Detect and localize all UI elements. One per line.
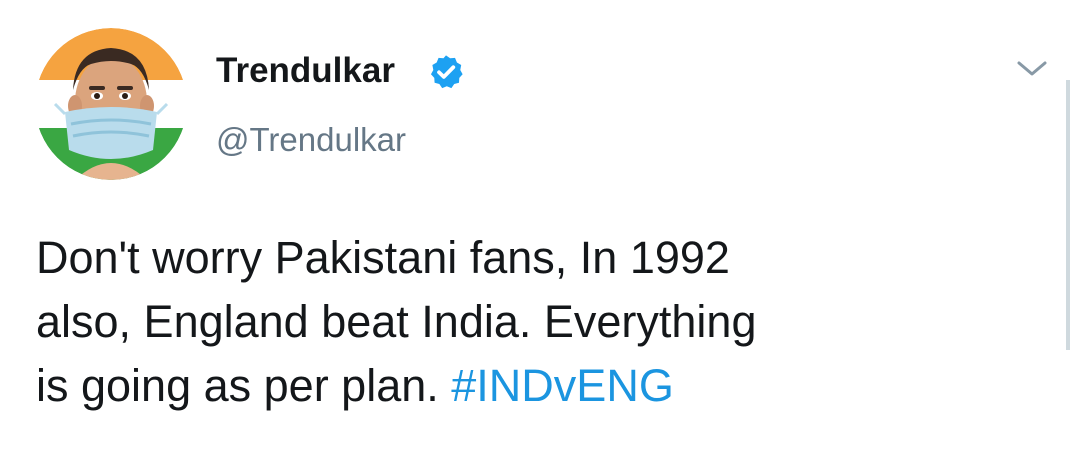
tweet-line-3: is going as per plan. #INDvENG — [36, 354, 1036, 418]
chevron-down-icon[interactable] — [1014, 56, 1050, 80]
display-name[interactable]: Trendulkar — [216, 50, 395, 92]
avatar[interactable] — [35, 28, 187, 180]
tweet-line-1: Don't worry Pakistani fans, In 1992 — [36, 232, 730, 283]
author-handle[interactable]: @Trendulkar — [216, 120, 406, 160]
tweet-line-3-text: is going as per plan. — [36, 360, 439, 411]
scrollbar-thumb[interactable] — [1066, 80, 1070, 350]
avatar-image — [35, 28, 187, 180]
tweet-card: Trendulkar @Trendulkar Don't worry Pakis… — [0, 0, 1071, 469]
tweet-line-2: also, England beat India. Everything — [36, 296, 757, 347]
tweet-text: Don't worry Pakistani fans, In 1992 also… — [36, 226, 1036, 418]
verified-badge-icon — [430, 55, 463, 89]
scrollbar[interactable] — [1066, 0, 1071, 469]
hashtag-link[interactable]: #INDvENG — [451, 360, 674, 411]
